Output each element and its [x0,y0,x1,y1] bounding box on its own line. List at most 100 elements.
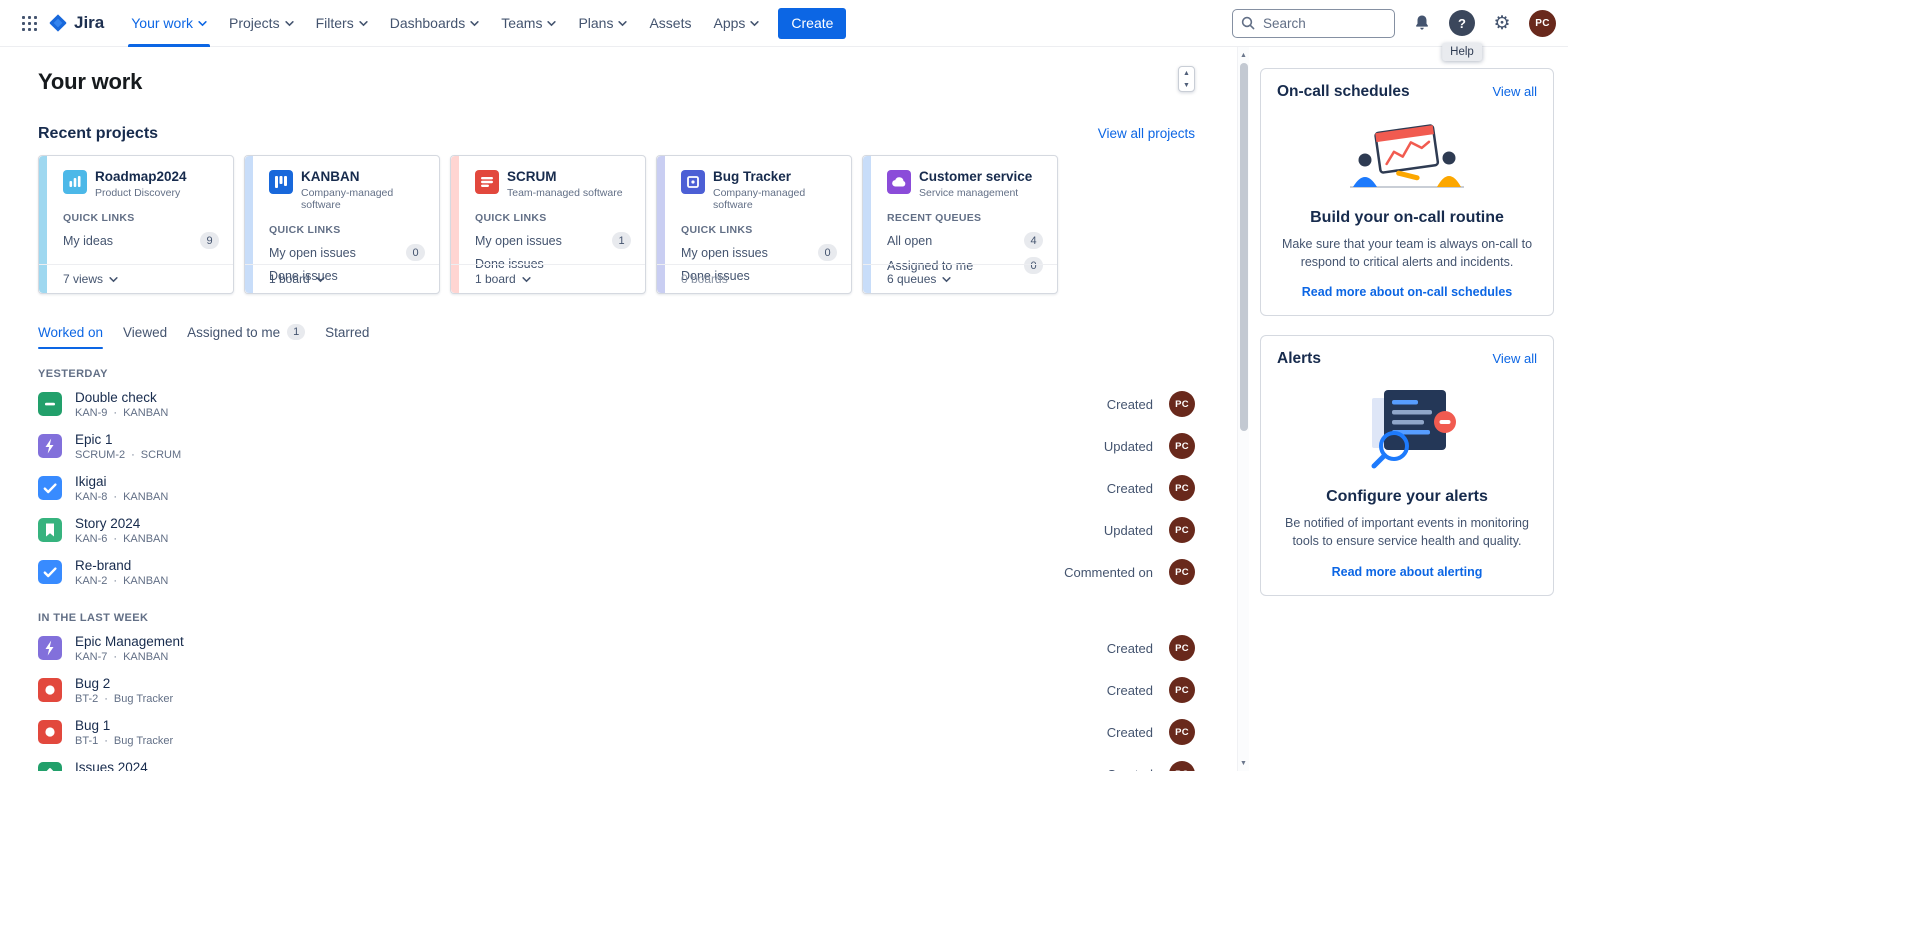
view-all-projects-link[interactable]: View all projects [1098,126,1195,141]
tab-worked-on[interactable]: Worked on [38,324,103,349]
actor-avatar[interactable]: PC [1169,517,1195,543]
work-item-row[interactable]: Issues 2024 KAN-5 · KANBAN Created PC [38,753,1195,771]
project-card-kanban[interactable]: KANBAN Company-managed software QUICK LI… [244,155,440,294]
dot-separator: · [104,735,108,747]
view-all-link[interactable]: View all [1492,84,1537,99]
actor-avatar[interactable]: PC [1169,475,1195,501]
improvement-icon [38,762,62,771]
project-card-roadmap2024[interactable]: Roadmap2024 Product Discovery QUICK LINK… [38,155,234,294]
project-card-bug-tracker[interactable]: Bug Tracker Company-managed software QUI… [656,155,852,294]
quick-link[interactable]: My ideas 9 [63,232,219,249]
vertical-scrollbar[interactable]: ▲ ▼ [1237,47,1249,771]
settings-button[interactable]: ⚙ [1488,9,1516,37]
quick-link[interactable]: My open issues 0 [681,244,837,261]
issue-project: KANBAN [123,651,168,663]
recent-projects-header: Recent projects View all projects [38,125,1195,143]
nav-item-assets[interactable]: Assets [638,0,702,47]
help-button[interactable]: ? [1449,10,1475,36]
chevron-down-icon [618,19,627,28]
quick-link[interactable]: My open issues 1 [475,232,631,249]
epic-icon [38,434,62,458]
dot-separator: · [113,407,117,419]
issue-project: KANBAN [123,533,168,545]
profile-avatar[interactable]: PC [1529,10,1556,37]
actor-avatar[interactable]: PC [1169,719,1195,745]
recent-projects-cards: Roadmap2024 Product Discovery QUICK LINK… [38,155,1195,294]
create-button[interactable]: Create [778,8,846,39]
scrollbar-thumb[interactable] [1240,63,1248,431]
bug-tracker-project-icon [681,170,705,194]
read-more-oncall-link[interactable]: Read more about on-call schedules [1277,285,1537,299]
project-card-footer[interactable]: 1 board [451,264,645,293]
issue-project: KANBAN [123,575,168,587]
nav-item-projects[interactable]: Projects [218,0,305,47]
stepper-up-button[interactable]: ▲ [1179,67,1194,79]
work-item-row[interactable]: Bug 2 BT-2 · Bug Tracker Created PC [38,669,1195,711]
actor-avatar[interactable]: PC [1169,677,1195,703]
tab-viewed[interactable]: Viewed [123,324,167,349]
nav-item-plans[interactable]: Plans [567,0,638,47]
card-body-text: Be notified of important events in monit… [1281,514,1533,550]
work-item-row[interactable]: Double check KAN-9 · KANBAN Created PC [38,383,1195,425]
notifications-button[interactable] [1408,9,1436,37]
chevron-down-icon [285,19,294,28]
search-input[interactable] [1232,9,1395,38]
work-item-row[interactable]: Re-brand KAN-2 · KANBAN Commented on PC [38,551,1195,593]
scroll-up-arrow[interactable]: ▲ [1238,49,1249,61]
quick-link[interactable]: My open issues 0 [269,244,425,261]
tab-starred[interactable]: Starred [325,324,369,349]
search-box [1232,9,1395,38]
read-more-alerting-link[interactable]: Read more about alerting [1277,565,1537,579]
project-card-footer[interactable]: 6 queues [863,264,1057,293]
actor-avatar[interactable]: PC [1169,761,1195,771]
project-card-footer[interactable]: 1 board [245,264,439,293]
project-name: Roadmap2024 [95,170,187,184]
on-call-schedules-card: On-call schedules View all [1260,68,1554,316]
chevron-down-icon [109,275,118,284]
issue-key: KAN-2 [75,575,107,587]
tab-assigned-to-me[interactable]: Assigned to me 1 [187,324,305,349]
nav-item-filters[interactable]: Filters [305,0,379,47]
project-type: Company-managed software [301,187,425,211]
chevron-down-icon [470,19,479,28]
work-item-row[interactable]: Bug 1 BT-1 · Bug Tracker Created PC [38,711,1195,753]
actor-avatar[interactable]: PC [1169,559,1195,585]
page-header: Your work ▲ ▼ [38,69,1195,95]
stepper-down-button[interactable]: ▼ [1179,79,1194,91]
recent-projects-title: Recent projects [38,125,158,143]
actor-avatar[interactable]: PC [1169,391,1195,417]
activity-label: Created [1107,641,1153,656]
issue-project: SCRUM [141,449,181,461]
actor-avatar[interactable]: PC [1169,433,1195,459]
project-name: KANBAN [301,170,425,184]
nav-item-apps[interactable]: Apps [702,0,770,47]
count-badge: 4 [1024,232,1043,249]
issue-title: Ikigai [75,474,168,489]
project-card-footer[interactable]: 7 views [39,264,233,293]
jira-logo-icon [48,13,68,33]
scroll-down-arrow[interactable]: ▼ [1238,757,1249,769]
actor-avatar[interactable]: PC [1169,635,1195,661]
view-all-link[interactable]: View all [1492,351,1537,366]
alerts-card: Alerts View all Configure your alerts [1260,335,1554,595]
story-icon [38,518,62,542]
nav-item-dashboards[interactable]: Dashboards [379,0,491,47]
count-badge: 9 [200,232,219,249]
card-body-text: Make sure that your team is always on-ca… [1281,235,1533,271]
count-badge: 0 [406,244,425,261]
card-title: Alerts [1277,350,1321,368]
issue-key: KAN-9 [75,407,107,419]
queue-link[interactable]: All open 4 [887,232,1043,249]
section-title-yesterday: YESTERDAY [38,368,1195,380]
project-card-scrum[interactable]: SCRUM Team-managed software QUICK LINKS … [450,155,646,294]
chevron-down-icon [942,275,951,284]
nav-item-your-work[interactable]: Your work [120,0,218,47]
project-card-customer-service[interactable]: Customer service Service management RECE… [862,155,1058,294]
work-item-row[interactable]: Ikigai KAN-8 · KANBAN Created PC [38,467,1195,509]
work-item-row[interactable]: Epic 1 SCRUM-2 · SCRUM Updated PC [38,425,1195,467]
app-switcher-button[interactable] [14,8,44,38]
work-item-row[interactable]: Epic Management KAN-7 · KANBAN Created P… [38,627,1195,669]
nav-item-teams[interactable]: Teams [490,0,567,47]
jira-logo[interactable]: Jira [48,13,104,33]
work-item-row[interactable]: Story 2024 KAN-6 · KANBAN Updated PC [38,509,1195,551]
